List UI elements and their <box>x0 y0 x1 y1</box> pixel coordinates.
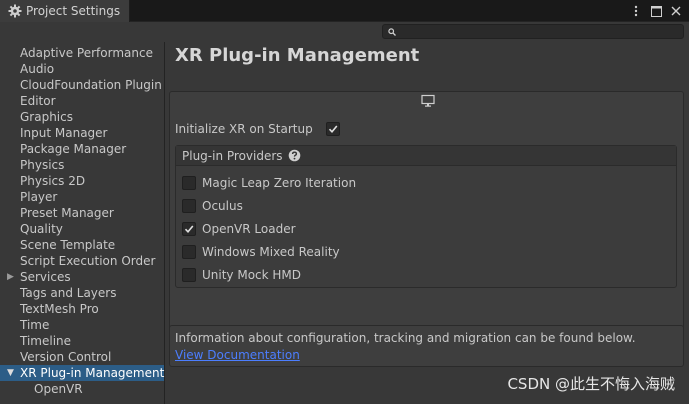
maximize-icon[interactable] <box>649 4 663 18</box>
plugin-providers-list: Magic Leap Zero Iteration Oculus OpenVR … <box>176 166 676 286</box>
sidebar-item-adaptive-performance[interactable]: Adaptive Performance <box>0 45 164 61</box>
sidebar-item-timeline[interactable]: Timeline <box>0 333 164 349</box>
sidebar-item-xr-plugin-management[interactable]: ▼ XR Plug-in Management <box>0 365 164 381</box>
sidebar-item-cloudfoundation-plugin[interactable]: CloudFoundation Plugin <box>0 77 164 93</box>
more-options-icon[interactable] <box>629 4 643 18</box>
expand-arrow-icon[interactable]: ▶ <box>7 269 14 285</box>
gear-icon <box>8 4 22 18</box>
watermark: CSDN @此生不悔入海贼 <box>507 375 675 393</box>
provider-oculus[interactable]: Oculus <box>176 194 676 217</box>
initialize-xr-row: Initialize XR on Startup <box>175 121 313 137</box>
provider-checkbox[interactable] <box>182 244 196 259</box>
checkmark-icon <box>328 125 338 134</box>
main-content: XR Plug-in Management Initialize XR on S… <box>166 42 689 404</box>
sidebar-item-time[interactable]: Time <box>0 317 164 333</box>
search-icon <box>388 25 396 39</box>
sidebar-item-audio[interactable]: Audio <box>0 61 164 77</box>
collapse-arrow-icon[interactable]: ▼ <box>7 365 14 381</box>
provider-checkbox[interactable] <box>182 221 196 236</box>
plugin-providers-box: Plug-in Providers Magic Leap Zero Iterat… <box>175 145 677 288</box>
sidebar-item-tags-and-layers[interactable]: Tags and Layers <box>0 285 164 301</box>
provider-windows-mixed-reality[interactable]: Windows Mixed Reality <box>176 240 676 263</box>
sidebar-item-package-manager[interactable]: Package Manager <box>0 141 164 157</box>
sidebar-item-physics[interactable]: Physics <box>0 157 164 173</box>
tab-project-settings[interactable]: Project Settings <box>0 0 130 22</box>
sidebar-item-textmesh-pro[interactable]: TextMesh Pro <box>0 301 164 317</box>
sidebar-item-scene-template[interactable]: Scene Template <box>0 237 164 253</box>
initialize-xr-label: Initialize XR on Startup <box>175 122 313 136</box>
provider-magic-leap[interactable]: Magic Leap Zero Iteration <box>176 171 676 194</box>
view-documentation-link[interactable]: View Documentation <box>175 347 300 364</box>
sidebar-item-graphics[interactable]: Graphics <box>0 109 164 125</box>
sidebar-item-player[interactable]: Player <box>0 189 164 205</box>
info-text: Information about configuration, trackin… <box>175 331 636 345</box>
window-tab-bar: Project Settings <box>0 0 689 22</box>
search-input[interactable] <box>400 26 670 37</box>
tab-title: Project Settings <box>26 4 121 18</box>
sidebar-item-script-execution-order[interactable]: Script Execution Order <box>0 253 164 269</box>
sidebar-item-services[interactable]: ▶ Services <box>0 269 164 285</box>
provider-openvr-loader[interactable]: OpenVR Loader <box>176 217 676 240</box>
help-icon[interactable] <box>288 149 301 162</box>
provider-checkbox[interactable] <box>182 175 196 190</box>
info-box: Information about configuration, trackin… <box>169 325 684 367</box>
provider-checkbox[interactable] <box>182 267 196 282</box>
page-title: XR Plug-in Management <box>175 45 420 66</box>
initialize-xr-checkbox[interactable] <box>326 122 340 136</box>
checkmark-icon <box>184 224 194 233</box>
provider-unity-mock-hmd[interactable]: Unity Mock HMD <box>176 263 676 286</box>
close-icon[interactable] <box>669 4 683 18</box>
search-box[interactable] <box>382 24 684 39</box>
xr-settings-panel: Initialize XR on Startup Plug-in Provide… <box>169 91 684 356</box>
sidebar-item-quality[interactable]: Quality <box>0 221 164 237</box>
plugin-providers-header: Plug-in Providers <box>176 146 676 166</box>
monitor-icon[interactable] <box>420 94 436 108</box>
sidebar-item-editor[interactable]: Editor <box>0 93 164 109</box>
provider-checkbox[interactable] <box>182 198 196 213</box>
search-row <box>0 22 689 42</box>
window-controls <box>629 2 683 20</box>
sidebar-item-physics-2d[interactable]: Physics 2D <box>0 173 164 189</box>
sidebar-item-preset-manager[interactable]: Preset Manager <box>0 205 164 221</box>
sidebar-item-openvr[interactable]: OpenVR <box>0 381 164 397</box>
sidebar-item-version-control[interactable]: Version Control <box>0 349 164 365</box>
settings-sidebar: Adaptive Performance Audio CloudFoundati… <box>0 42 165 404</box>
sidebar-item-input-manager[interactable]: Input Manager <box>0 125 164 141</box>
